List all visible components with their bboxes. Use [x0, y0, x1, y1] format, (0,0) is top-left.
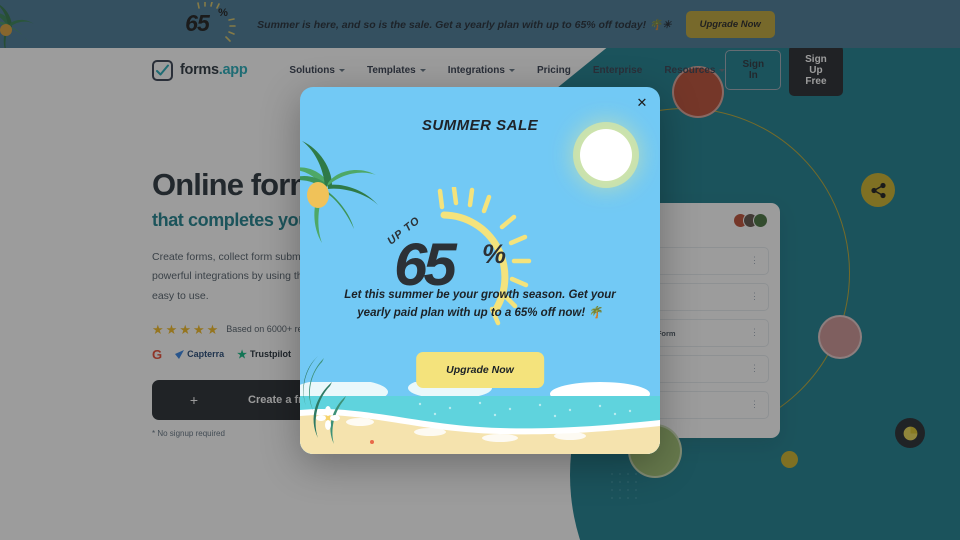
summer-sale-modal: ✕ SUMMER SALE UP TO 65 % Let this summer… — [300, 87, 660, 454]
modal-title: SUMMER SALE — [421, 117, 539, 134]
discount-percent-sign: % — [482, 239, 507, 269]
sun-icon — [580, 129, 632, 181]
palm-frond-bottom-icon — [303, 356, 346, 444]
modal-body-text: Let this summer be your growth season. G… — [344, 289, 616, 319]
modal-upgrade-now-button[interactable]: Upgrade Now — [416, 352, 544, 388]
page-root: 65 % Summer is here, and so is the sale.… — [0, 0, 960, 540]
discount-number: 65 — [394, 231, 457, 298]
close-icon[interactable]: ✕ — [632, 93, 652, 113]
